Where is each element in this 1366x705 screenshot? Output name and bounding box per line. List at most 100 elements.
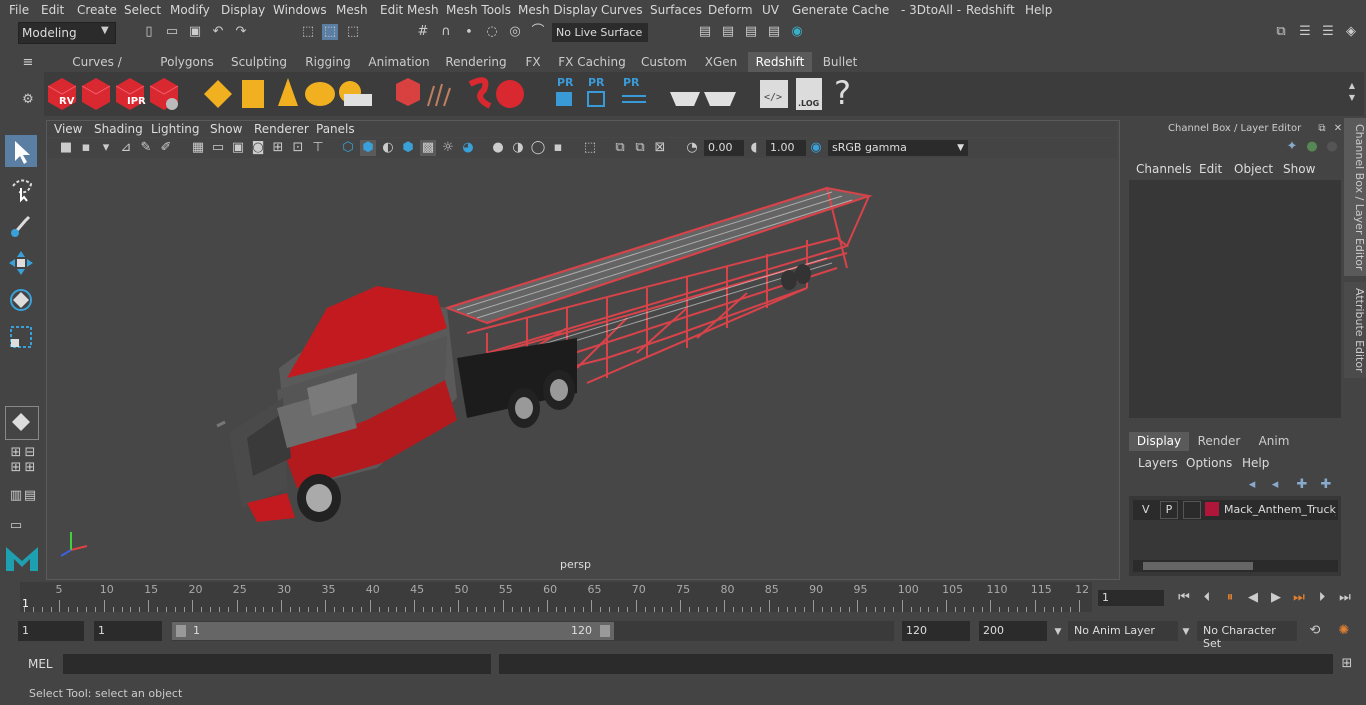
layers-menu-help[interactable]: Help xyxy=(1242,456,1269,470)
tab-curves-surfaces[interactable]: Curves / Surfaces xyxy=(48,52,146,89)
exposure-field[interactable]: 0.00 xyxy=(704,140,744,156)
layout-extra-icon[interactable]: ▭ xyxy=(8,518,24,534)
channels-menu-object[interactable]: Object xyxy=(1234,162,1273,176)
mel-label[interactable]: MEL xyxy=(28,657,53,671)
tab-fx-caching[interactable]: FX Caching xyxy=(558,52,626,72)
menu-windows[interactable]: Windows xyxy=(273,3,327,17)
xray-joints-icon[interactable]: ◑ xyxy=(510,140,526,156)
layer-toggle-icon[interactable]: ◈ xyxy=(1343,24,1359,40)
layout-side-icon[interactable]: ⊞ xyxy=(22,460,38,476)
tab-render[interactable]: Render xyxy=(1192,432,1246,451)
tab-rendering[interactable]: Rendering xyxy=(444,52,508,72)
default-material-icon[interactable]: ◐ xyxy=(380,140,396,156)
ipr-render-icon[interactable]: ▤ xyxy=(743,24,759,40)
resolution-gate-icon[interactable]: ▣ xyxy=(230,140,246,156)
range-slider-handle[interactable]: 1 120 xyxy=(172,622,614,640)
toggle-panel-icon[interactable]: ☰ xyxy=(1297,24,1313,40)
attribute-editor-toggle-icon[interactable]: ☰ xyxy=(1320,24,1336,40)
menu-mesh-tools[interactable]: Mesh Tools xyxy=(446,3,511,17)
tab-xgen[interactable]: XGen xyxy=(702,52,740,72)
make-live-icon[interactable]: ⌒ xyxy=(530,24,546,40)
open-scene-icon[interactable]: ▭ xyxy=(164,24,180,40)
animation-prefs-icon[interactable]: ✺ xyxy=(1336,623,1352,639)
2d-pan-icon[interactable]: ✐ xyxy=(158,140,174,156)
select-hierarchy-icon[interactable]: ⬚ xyxy=(300,24,316,40)
scale-tool[interactable] xyxy=(5,321,37,353)
animation-start-field[interactable]: 1 xyxy=(18,621,84,641)
gate-mask-icon[interactable]: ◙ xyxy=(250,140,266,156)
layer-visibility-toggle[interactable]: V xyxy=(1142,503,1150,516)
range-slider-right-grip[interactable] xyxy=(600,625,610,637)
live-surface-field[interactable]: No Live Surface xyxy=(552,23,648,42)
tab-rigging[interactable]: Rigging xyxy=(302,52,354,72)
chevron-down-icon[interactable]: ▼ xyxy=(1178,624,1194,640)
go-to-start-icon[interactable]: ⏮ xyxy=(1176,590,1192,606)
timeline-ruler[interactable]: 1 5 10 15 20 25 30 35 40 45 50 55 60 65 70 75 80 85 90 95 1… xyxy=(20,582,1092,612)
tab-polygons[interactable]: Polygons xyxy=(158,52,216,72)
move-layer-up-icon[interactable]: ◂ xyxy=(1244,477,1260,493)
menu-mesh-display[interactable]: Mesh Display xyxy=(518,3,598,17)
motion-blur-icon[interactable]: ⧉ xyxy=(632,140,648,156)
snap-projected-icon[interactable]: ◌ xyxy=(484,24,500,40)
gamma-icon[interactable]: ◖ xyxy=(746,140,762,156)
undo-icon[interactable]: ↶ xyxy=(210,24,226,40)
color-space-dropdown[interactable]: sRGB gamma ▼ xyxy=(828,140,968,156)
go-to-end-icon[interactable]: ⏭ xyxy=(1337,590,1353,606)
layer-display-type-toggle[interactable] xyxy=(1183,501,1201,519)
snap-point-icon[interactable]: ∙ xyxy=(461,24,477,40)
menu-file[interactable]: File xyxy=(9,3,29,17)
command-input[interactable] xyxy=(63,654,491,674)
new-scene-icon[interactable]: ▯ xyxy=(141,24,157,40)
menu-select[interactable]: Select xyxy=(124,3,161,17)
shaded-wire-icon[interactable]: ⬢ xyxy=(400,140,416,156)
shelf-settings-icon[interactable]: ⚙ xyxy=(20,92,36,108)
tab-sculpting[interactable]: Sculpting xyxy=(228,52,290,72)
menu-edit-mesh[interactable]: Edit Mesh xyxy=(380,3,439,17)
render-view-icon[interactable]: ▤ xyxy=(697,24,713,40)
gamma-field[interactable]: 1.00 xyxy=(766,140,806,156)
shelf-scroll-down-icon[interactable]: ▼ xyxy=(1344,90,1360,106)
vp-menu-shading[interactable]: Shading xyxy=(94,122,143,136)
render-settings-icon[interactable]: ▤ xyxy=(766,24,782,40)
anim-layer-dropdown[interactable]: No Anim Layer xyxy=(1068,621,1178,641)
wireframe-icon[interactable]: ⬡ xyxy=(340,140,356,156)
camera-attrs-icon[interactable]: ▪ xyxy=(78,140,94,156)
hypershade-icon[interactable]: ◉ xyxy=(789,24,805,40)
menu-create[interactable]: Create xyxy=(77,3,117,17)
select-component-icon[interactable]: ⬚ xyxy=(345,24,361,40)
menu-deform[interactable]: Deform xyxy=(708,3,753,17)
playback-start-field[interactable]: 1 xyxy=(94,621,162,641)
new-layer-icon[interactable]: ✚ xyxy=(1294,477,1310,493)
layer-playback-toggle[interactable]: P xyxy=(1160,501,1178,519)
rotate-tool[interactable] xyxy=(5,284,37,316)
grease-pencil-icon[interactable]: ✎ xyxy=(138,140,154,156)
workspace-icon[interactable]: ⧉ xyxy=(1273,24,1289,40)
current-frame-field[interactable]: 1 xyxy=(1098,590,1164,606)
step-back-key-icon[interactable]: ⏴ xyxy=(1199,590,1215,606)
exposure-icon[interactable]: ◔ xyxy=(684,140,700,156)
select-object-icon[interactable]: ⬚ xyxy=(322,24,338,40)
channel-box-list[interactable] xyxy=(1129,180,1341,418)
playback-end-field[interactable]: 120 xyxy=(902,621,970,641)
anti-aliasing-icon[interactable]: ⊠ xyxy=(652,140,668,156)
character-set-dropdown[interactable]: No Character Set xyxy=(1197,621,1297,650)
snap-view-icon[interactable]: ◎ xyxy=(507,24,523,40)
step-back-frame-icon[interactable]: ⏸ xyxy=(1222,590,1238,606)
step-forward-key-icon[interactable]: ⏵ xyxy=(1314,590,1330,606)
menu-uv[interactable]: UV xyxy=(762,3,779,17)
side-tab-channel-box[interactable]: Channel Box / Layer Editor xyxy=(1344,118,1366,276)
vp-menu-lighting[interactable]: Lighting xyxy=(151,122,200,136)
grid-icon[interactable]: ▦ xyxy=(190,140,206,156)
tab-custom[interactable]: Custom xyxy=(638,52,690,72)
menu-curves[interactable]: Curves xyxy=(601,3,643,17)
layout-four-icon[interactable]: ⊟ xyxy=(22,445,38,461)
layers-menu-layers[interactable]: Layers xyxy=(1138,456,1178,470)
textured-icon[interactable]: ▩ xyxy=(420,140,436,156)
tab-anim[interactable]: Anim xyxy=(1250,432,1298,451)
new-layer-selected-icon[interactable]: ✚ xyxy=(1318,477,1334,493)
use-lights-icon[interactable]: ☼ xyxy=(440,140,456,156)
vp-menu-renderer[interactable]: Renderer xyxy=(254,122,309,136)
channels-menu-show[interactable]: Show xyxy=(1283,162,1315,176)
snap-curve-icon[interactable]: ∩ xyxy=(438,24,454,40)
smooth-shade-icon[interactable]: ⬢ xyxy=(360,140,376,156)
